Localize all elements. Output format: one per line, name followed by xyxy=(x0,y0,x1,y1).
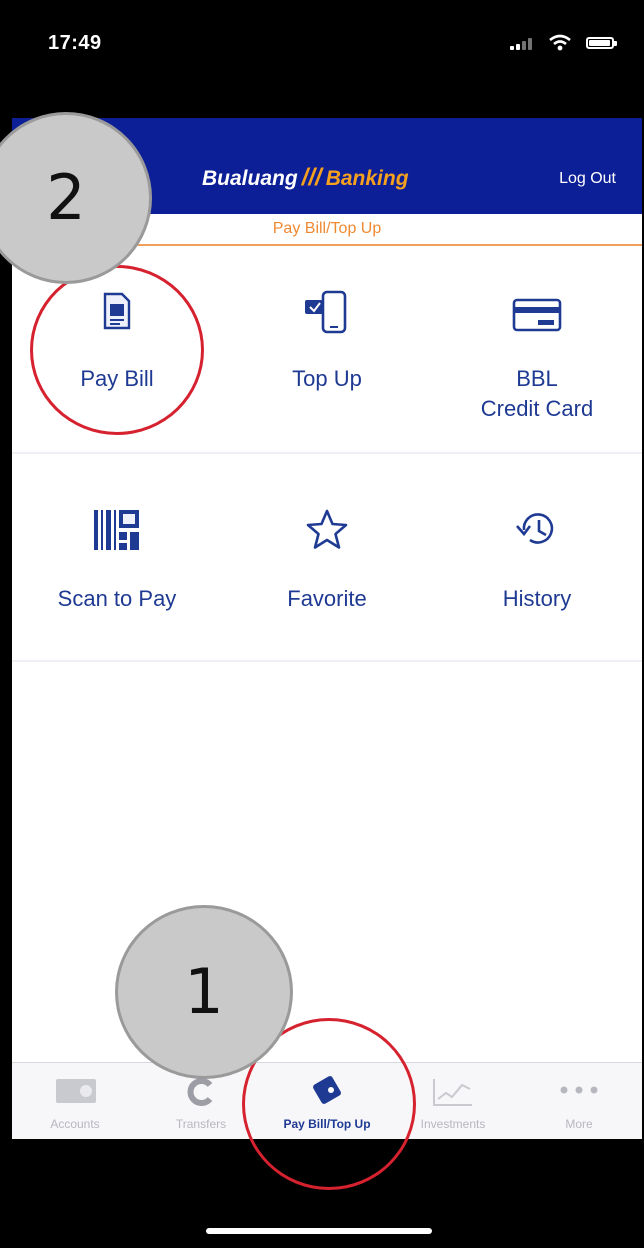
chart-icon xyxy=(433,1079,472,1106)
status-bar: 17:49 xyxy=(12,0,642,118)
history-icon xyxy=(516,513,554,544)
transfers-icon xyxy=(187,1078,213,1106)
favorite-label: Favorite xyxy=(287,586,367,611)
annotation-ring xyxy=(30,265,204,435)
tab-label: Accounts xyxy=(50,1117,100,1131)
accounts-icon xyxy=(56,1079,96,1103)
favorite-button[interactable]: Favorite xyxy=(222,454,432,660)
credit-card-icon xyxy=(512,298,562,332)
more-dots-icon xyxy=(560,1086,598,1094)
top-up-button[interactable]: Top Up xyxy=(222,246,432,452)
top-up-label: Top Up xyxy=(292,366,362,391)
wifi-icon xyxy=(549,34,571,51)
scan-to-pay-label: Scan to Pay xyxy=(57,586,177,611)
credit-card-label: BBL Credit Card xyxy=(480,366,594,421)
signal-icon xyxy=(510,38,534,50)
menu-row: Scan to Pay Favorite History xyxy=(12,454,642,662)
tab-label: More xyxy=(565,1117,593,1131)
star-icon xyxy=(306,509,348,549)
history-button[interactable]: History xyxy=(432,454,642,660)
battery-icon xyxy=(586,37,617,49)
phone-frame: 17:49 Bualuang///Banking Log Out Pay Bil… xyxy=(0,0,644,1248)
barcode-icon xyxy=(94,510,139,550)
annotation-marker-1: 1 xyxy=(115,905,293,1079)
status-time: 17:49 xyxy=(48,32,102,54)
mobile-topup-icon xyxy=(305,290,347,334)
history-label: History xyxy=(502,586,572,611)
tab-accounts[interactable]: Accounts xyxy=(12,1063,138,1139)
logout-button[interactable]: Log Out xyxy=(559,170,616,188)
home-indicator xyxy=(206,1228,432,1234)
brand-logo: Bualuang///Banking xyxy=(202,164,409,191)
tab-more[interactable]: More xyxy=(516,1063,642,1139)
scan-to-pay-button[interactable]: Scan to Pay xyxy=(12,454,222,660)
credit-card-button[interactable]: BBL Credit Card xyxy=(432,246,642,452)
